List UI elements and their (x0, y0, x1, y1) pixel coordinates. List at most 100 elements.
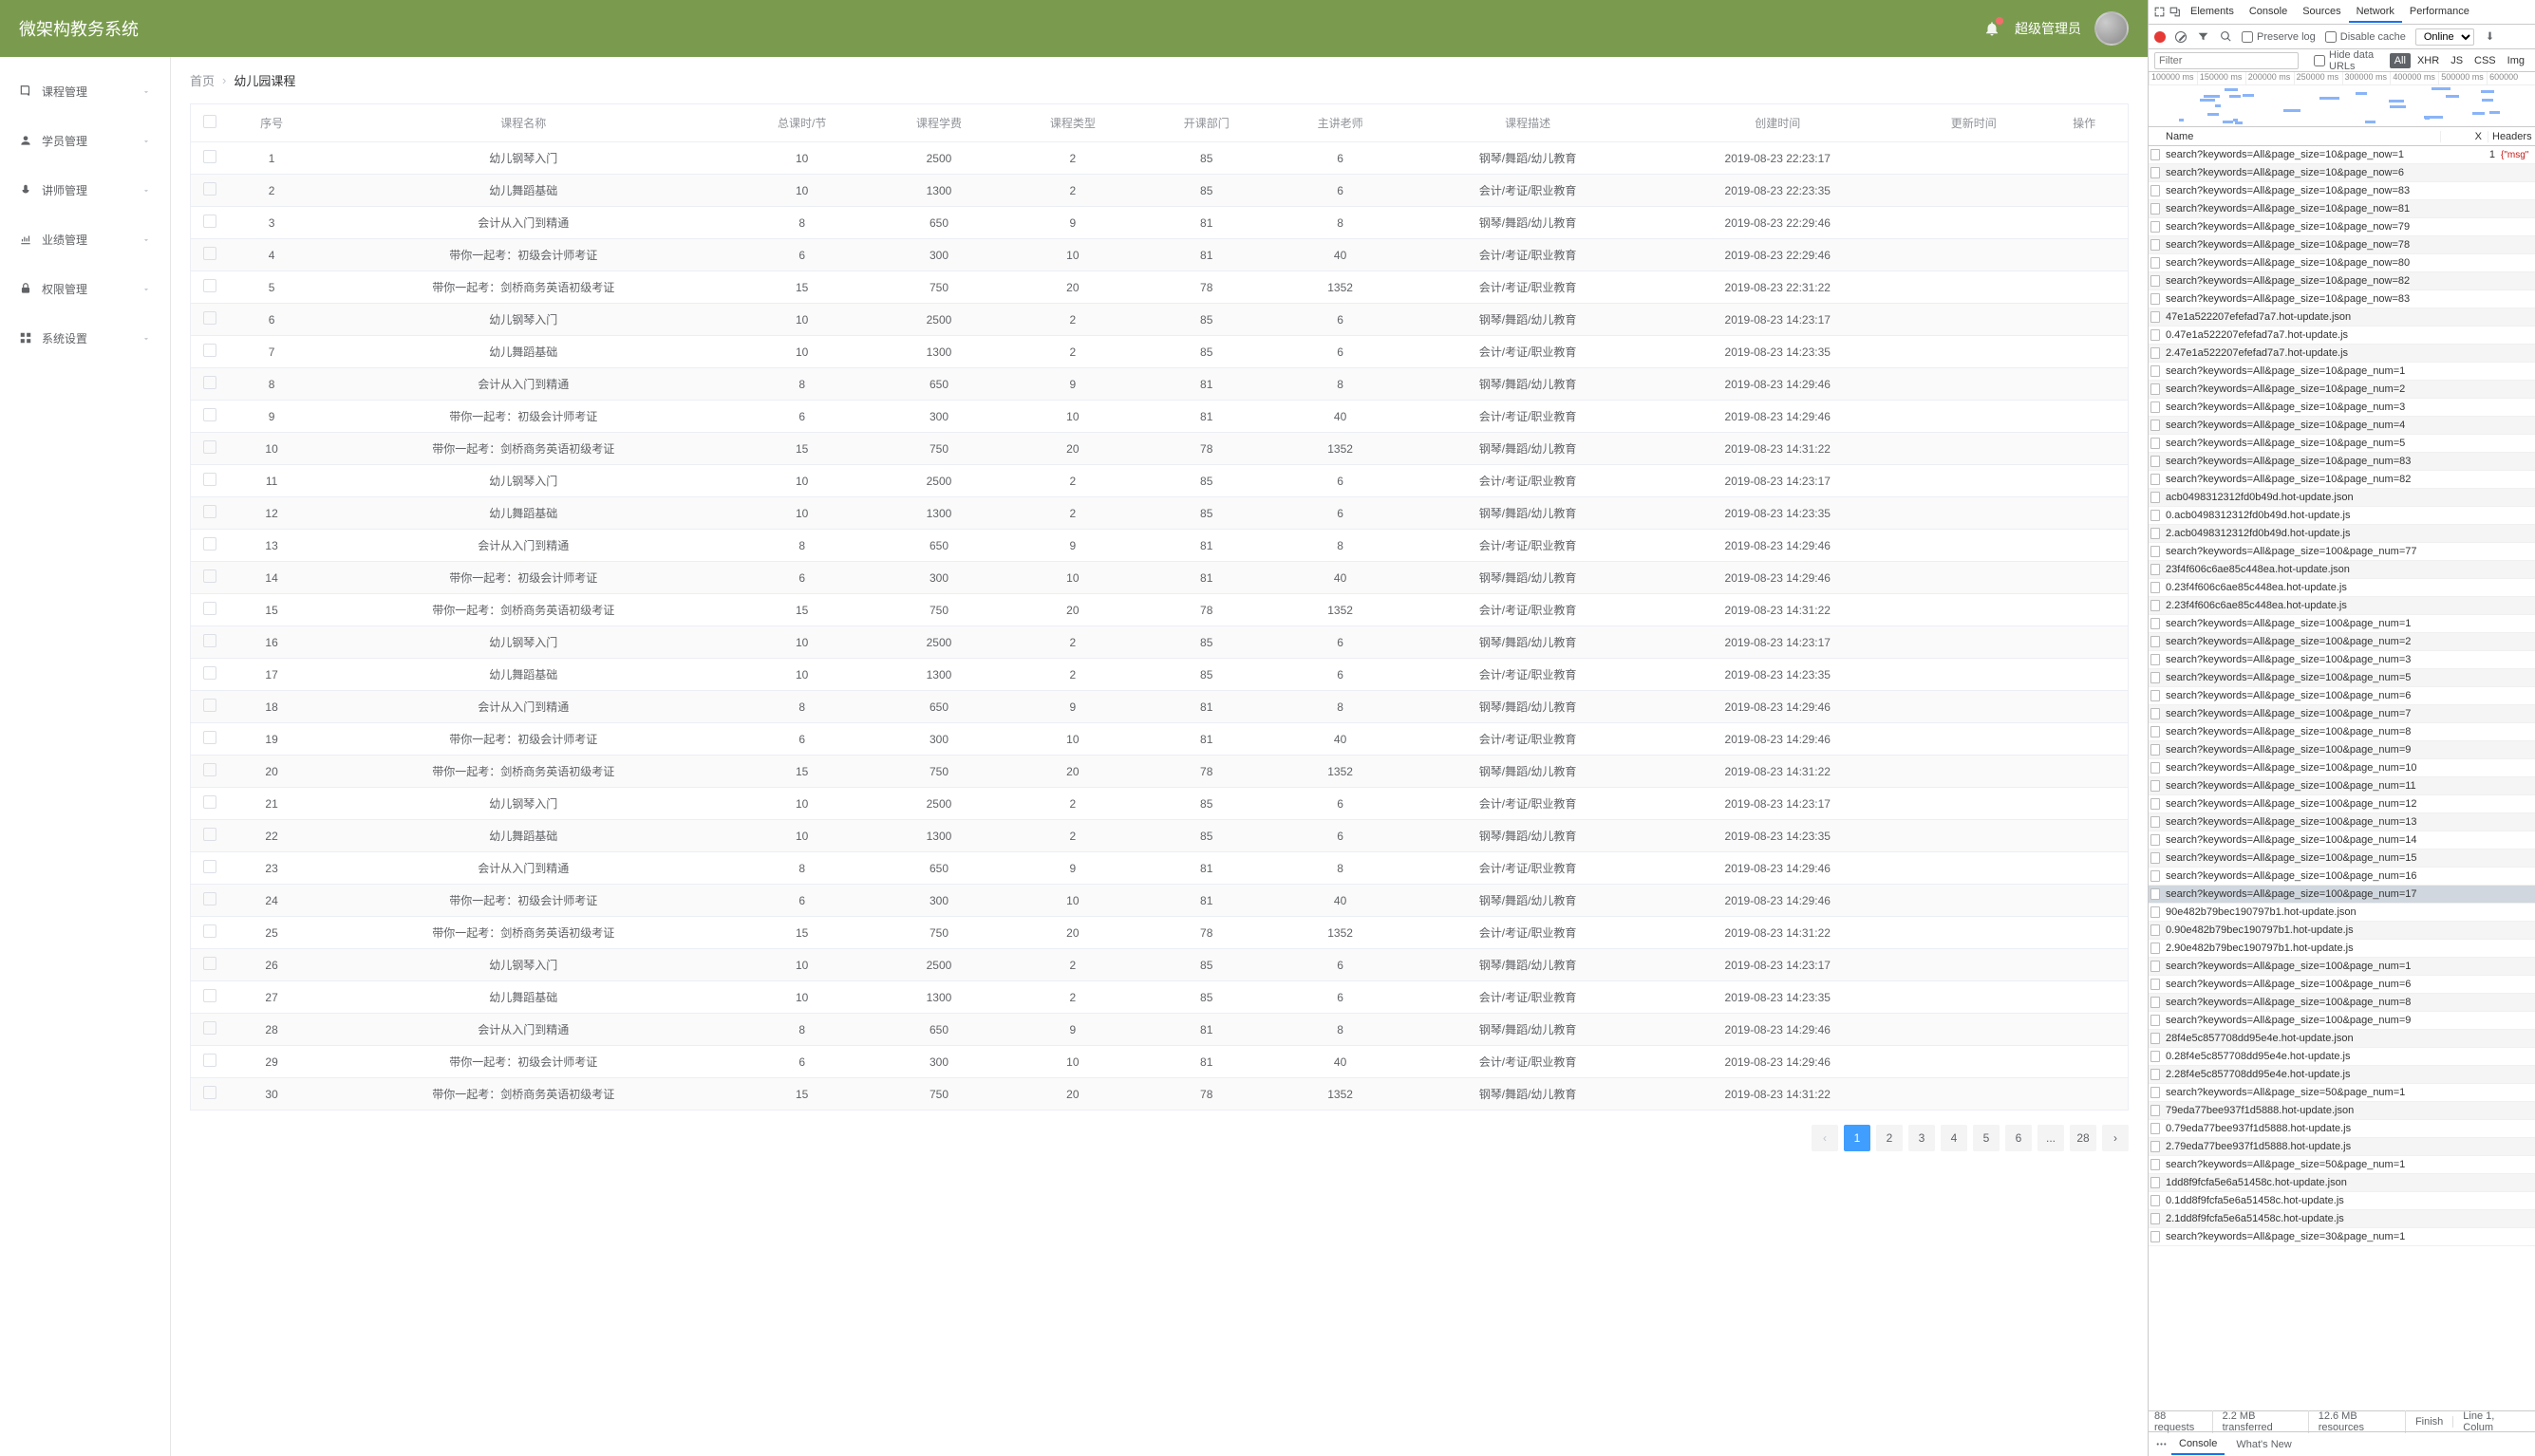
row-checkbox[interactable] (203, 666, 216, 680)
request-row[interactable]: search?keywords=All&page_size=100&page_n… (2149, 543, 2535, 561)
request-list[interactable]: search?keywords=All&page_size=10&page_no… (2149, 146, 2535, 1410)
table-row[interactable]: 27幼儿舞蹈基础1013002856会计/考证/职业教育2019-08-23 1… (191, 981, 2129, 1014)
request-row[interactable]: search?keywords=All&page_size=100&page_n… (2149, 795, 2535, 813)
request-row[interactable]: search?keywords=All&page_size=100&page_n… (2149, 723, 2535, 741)
request-row[interactable]: 28f4e5c857708dd95e4e.hot-update.json (2149, 1030, 2535, 1048)
table-row[interactable]: 25带你一起考：剑桥商务英语初级考证1575020781352会计/考证/职业教… (191, 917, 2129, 949)
table-row[interactable]: 3会计从入门到精通86509818钢琴/舞蹈/幼儿教育2019-08-23 22… (191, 207, 2129, 239)
request-row[interactable]: search?keywords=All&page_size=100&page_n… (2149, 777, 2535, 795)
request-row[interactable]: search?keywords=All&page_size=10&page_nu… (2149, 381, 2535, 399)
request-row[interactable]: 47e1a522207efefad7a7.hot-update.json (2149, 308, 2535, 327)
row-checkbox[interactable] (203, 828, 216, 841)
table-row[interactable]: 22幼儿舞蹈基础1013002856钢琴/舞蹈/幼儿教育2019-08-23 1… (191, 820, 2129, 852)
request-row[interactable]: search?keywords=All&page_size=50&page_nu… (2149, 1084, 2535, 1102)
table-row[interactable]: 19带你一起考：初级会计师考证6300108140会计/考证/职业教育2019-… (191, 723, 2129, 756)
row-checkbox[interactable] (203, 569, 216, 583)
table-row[interactable]: 10带你一起考：剑桥商务英语初级考证1575020781352钢琴/舞蹈/幼儿教… (191, 433, 2129, 465)
request-row[interactable]: 2.47e1a522207efefad7a7.hot-update.js (2149, 345, 2535, 363)
row-checkbox[interactable] (203, 1054, 216, 1067)
request-row[interactable]: 0.28f4e5c857708dd95e4e.hot-update.js (2149, 1048, 2535, 1066)
col-header-7[interactable]: 课程描述 (1407, 104, 1648, 142)
hide-data-urls-checkbox[interactable]: Hide data URLs (2314, 49, 2382, 72)
request-row[interactable]: 2.90e482b79bec190797b1.hot-update.js (2149, 940, 2535, 958)
row-checkbox[interactable] (203, 860, 216, 873)
devtools-tab-elements[interactable]: Elements (2183, 2, 2242, 23)
table-row[interactable]: 11幼儿钢琴入门1025002856会计/考证/职业教育2019-08-23 1… (191, 465, 2129, 497)
row-checkbox[interactable] (203, 795, 216, 809)
row-checkbox[interactable] (203, 182, 216, 196)
row-checkbox[interactable] (203, 150, 216, 163)
col-header-8[interactable]: 创建时间 (1648, 104, 1906, 142)
filter-toggle-icon[interactable] (2196, 30, 2209, 44)
page-...[interactable]: ... (2037, 1125, 2064, 1151)
row-checkbox[interactable] (203, 344, 216, 357)
table-row[interactable]: 7幼儿舞蹈基础1013002856会计/考证/职业教育2019-08-23 14… (191, 336, 2129, 368)
request-row[interactable]: 2.acb0498312312fd0b49d.hot-update.js (2149, 525, 2535, 543)
page-5[interactable]: 5 (1973, 1125, 2000, 1151)
search-icon[interactable] (2219, 30, 2232, 44)
record-button[interactable] (2154, 31, 2166, 43)
throttle-select[interactable]: Online (2415, 28, 2474, 46)
row-checkbox[interactable] (203, 989, 216, 1002)
filter-type-css[interactable]: CSS (2469, 53, 2501, 68)
request-row[interactable]: 2.1dd8f9fcfa5e6a51458c.hot-update.js (2149, 1210, 2535, 1228)
request-row[interactable]: search?keywords=All&page_size=10&page_no… (2149, 146, 2535, 164)
table-row[interactable]: 6幼儿钢琴入门1025002856钢琴/舞蹈/幼儿教育2019-08-23 14… (191, 304, 2129, 336)
request-row[interactable]: 0.47e1a522207efefad7a7.hot-update.js (2149, 327, 2535, 345)
devtools-tab-performance[interactable]: Performance (2402, 2, 2477, 23)
table-row[interactable]: 9带你一起考：初级会计师考证6300108140会计/考证/职业教育2019-0… (191, 401, 2129, 433)
row-checkbox[interactable] (203, 408, 216, 421)
row-checkbox[interactable] (203, 731, 216, 744)
request-row[interactable]: 2.23f4f606c6ae85c448ea.hot-update.js (2149, 597, 2535, 615)
request-row[interactable]: 1dd8f9fcfa5e6a51458c.hot-update.json (2149, 1174, 2535, 1192)
page-next[interactable]: › (2102, 1125, 2129, 1151)
sidebar-item-lock[interactable]: 权限管理 (0, 264, 170, 313)
request-row[interactable]: search?keywords=All&page_size=10&page_no… (2149, 200, 2535, 218)
request-row[interactable]: search?keywords=All&page_size=100&page_n… (2149, 669, 2535, 687)
page-prev[interactable]: ‹ (1812, 1125, 1838, 1151)
filter-type-js[interactable]: JS (2446, 53, 2468, 68)
row-checkbox[interactable] (203, 279, 216, 292)
row-checkbox[interactable] (203, 215, 216, 228)
inspect-icon[interactable] (2152, 6, 2166, 19)
table-row[interactable]: 28会计从入门到精通86509818钢琴/舞蹈/幼儿教育2019-08-23 1… (191, 1014, 2129, 1046)
table-row[interactable]: 12幼儿舞蹈基础1013002856钢琴/舞蹈/幼儿教育2019-08-23 1… (191, 497, 2129, 530)
col-header-3[interactable]: 课程学费 (873, 104, 1006, 142)
table-row[interactable]: 2幼儿舞蹈基础1013002856会计/考证/职业教育2019-08-23 22… (191, 175, 2129, 207)
col-name[interactable]: Name (2162, 131, 2440, 142)
devtools-tab-network[interactable]: Network (2349, 2, 2402, 23)
breadcrumb-home[interactable]: 首页 (190, 71, 215, 89)
row-checkbox[interactable] (203, 634, 216, 647)
request-row[interactable]: 79eda77bee937f1d5888.hot-update.json (2149, 1102, 2535, 1120)
row-checkbox[interactable] (203, 473, 216, 486)
row-checkbox[interactable] (203, 537, 216, 551)
page-28[interactable]: 28 (2070, 1125, 2096, 1151)
request-row[interactable]: search?keywords=All&page_size=10&page_no… (2149, 164, 2535, 182)
row-checkbox[interactable] (203, 699, 216, 712)
table-row[interactable]: 23会计从入门到精通86509818会计/考证/职业教育2019-08-23 1… (191, 852, 2129, 885)
request-row[interactable]: search?keywords=All&page_size=100&page_n… (2149, 849, 2535, 868)
sidebar-item-user[interactable]: 学员管理 (0, 116, 170, 165)
request-row[interactable]: search?keywords=All&page_size=10&page_no… (2149, 218, 2535, 236)
devtools-tab-console[interactable]: Console (2242, 2, 2295, 23)
row-checkbox[interactable] (203, 440, 216, 454)
row-checkbox[interactable] (203, 763, 216, 776)
request-row[interactable]: 2.79eda77bee937f1d5888.hot-update.js (2149, 1138, 2535, 1156)
table-row[interactable]: 15带你一起考：剑桥商务英语初级考证1575020781352会计/考证/职业教… (191, 594, 2129, 626)
col-header-10[interactable]: 操作 (2040, 104, 2128, 142)
request-row[interactable]: search?keywords=All&page_size=10&page_no… (2149, 236, 2535, 254)
table-row[interactable]: 17幼儿舞蹈基础1013002856会计/考证/职业教育2019-08-23 1… (191, 659, 2129, 691)
sidebar-item-book[interactable]: 课程管理 (0, 66, 170, 116)
request-row[interactable]: search?keywords=All&page_size=30&page_nu… (2149, 1228, 2535, 1246)
sidebar-item-mic[interactable]: 讲师管理 (0, 165, 170, 215)
request-row[interactable]: 0.79eda77bee937f1d5888.hot-update.js (2149, 1120, 2535, 1138)
row-checkbox[interactable] (203, 1086, 216, 1099)
drawer-menu-icon[interactable] (2154, 1438, 2168, 1451)
table-row[interactable]: 5带你一起考：剑桥商务英语初级考证1575020781352会计/考证/职业教育… (191, 271, 2129, 304)
device-toggle-icon[interactable] (2168, 6, 2181, 19)
request-row[interactable]: search?keywords=All&page_size=100&page_n… (2149, 1012, 2535, 1030)
preserve-log-checkbox[interactable]: Preserve log (2242, 31, 2316, 43)
page-4[interactable]: 4 (1941, 1125, 1967, 1151)
request-row[interactable]: search?keywords=All&page_size=100&page_n… (2149, 958, 2535, 976)
page-3[interactable]: 3 (1908, 1125, 1935, 1151)
